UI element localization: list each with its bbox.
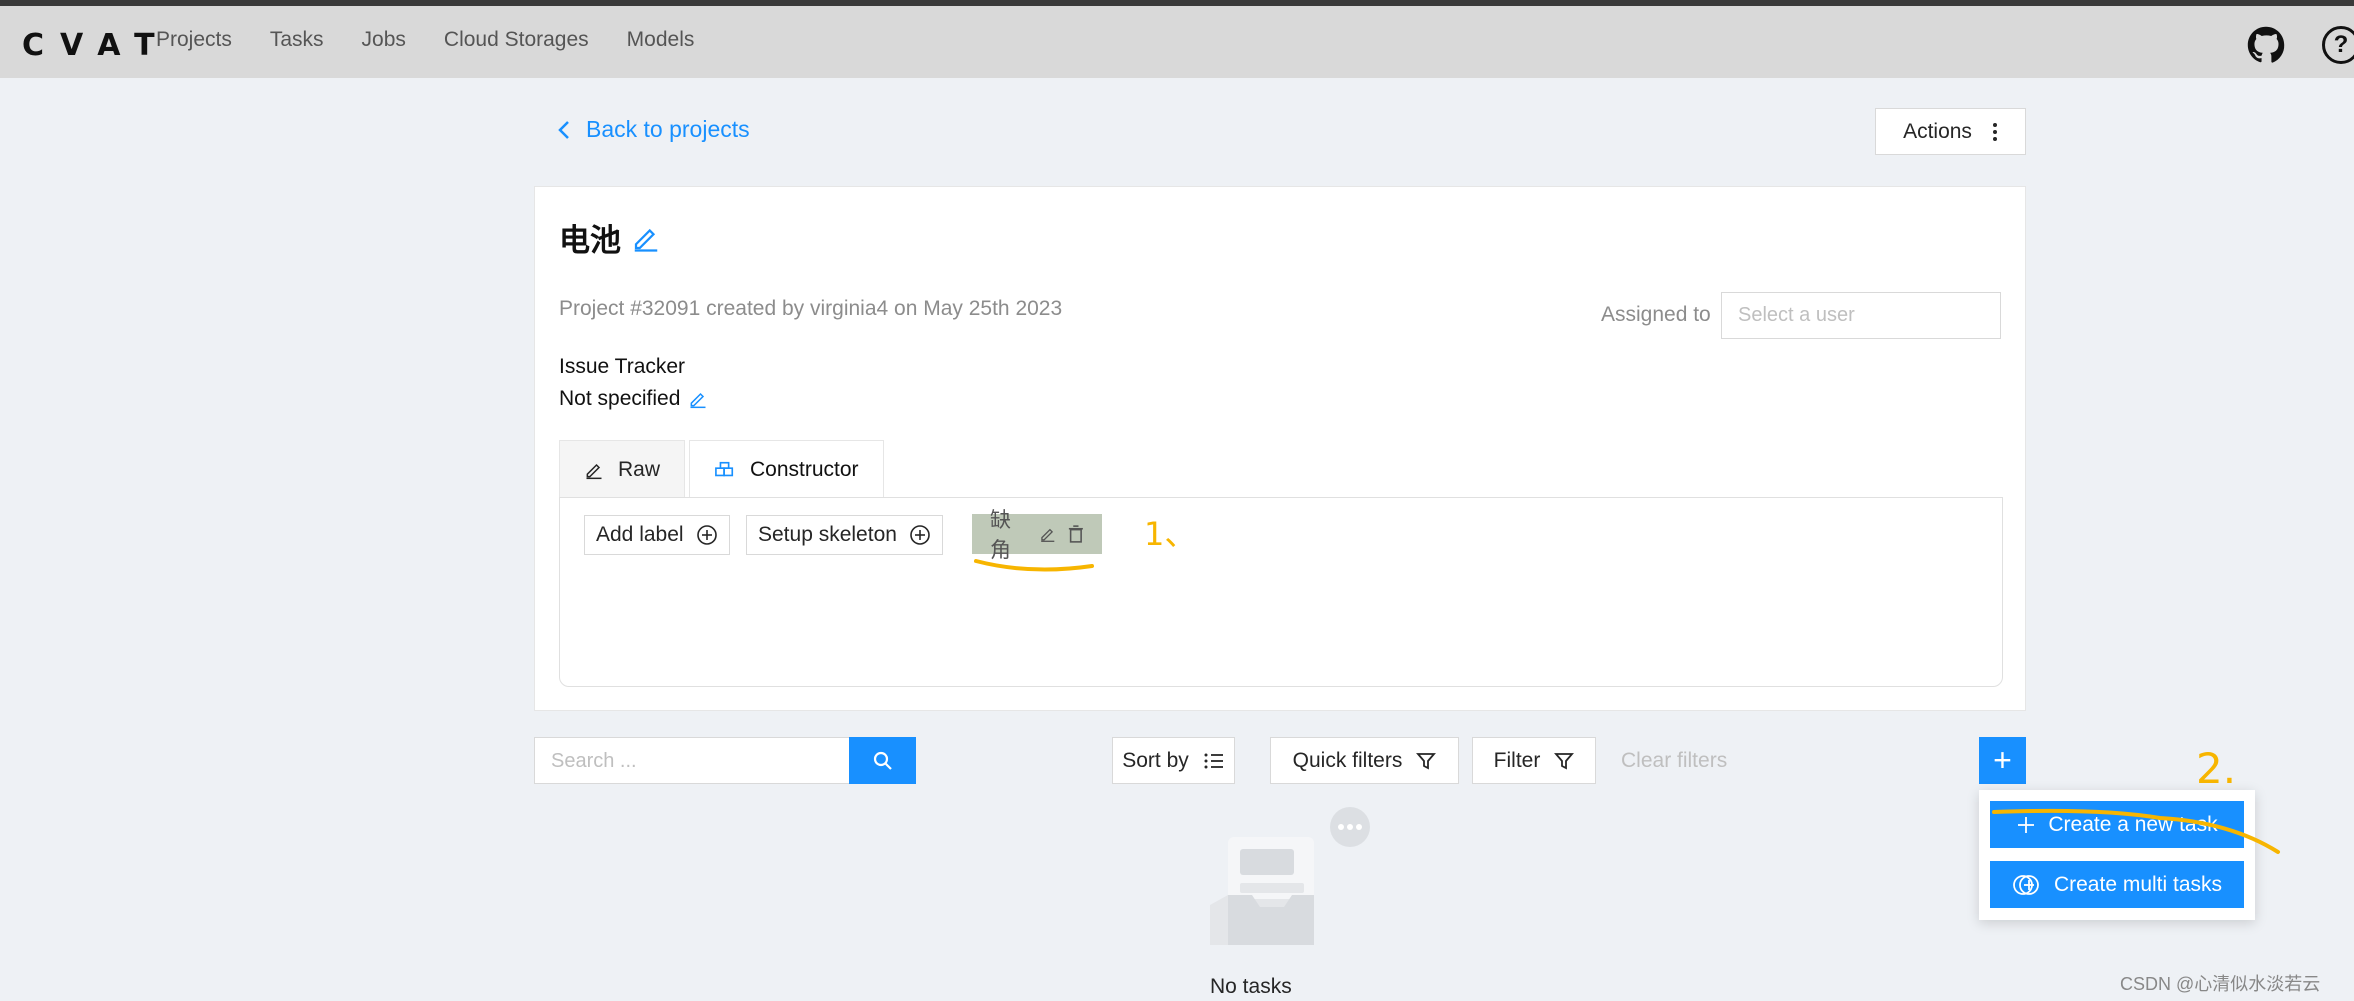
empty-state-text: No tasks found — [1210, 975, 1292, 1001]
actions-label: Actions — [1903, 119, 1972, 143]
nav-jobs[interactable]: Jobs — [362, 28, 406, 52]
create-menu: Create a new task Create multi tasks — [1979, 790, 2255, 920]
empty-inbox-icon — [1210, 807, 1370, 945]
tab-raw[interactable]: Raw — [559, 440, 686, 498]
filter-icon — [1416, 752, 1437, 769]
nav-projects[interactable]: Projects — [156, 28, 232, 52]
edit-label-icon[interactable] — [1039, 524, 1057, 544]
setup-skeleton-text: Setup skeleton — [758, 523, 897, 546]
assignee-select[interactable]: Select a user — [1721, 292, 2001, 339]
watermark: CSDN @心清似水淡若云 — [2120, 974, 2321, 994]
sort-by-label: Sort by — [1122, 748, 1189, 772]
ordered-list-icon — [1204, 753, 1223, 768]
search-button[interactable] — [849, 737, 916, 784]
filter-label: Filter — [1493, 748, 1541, 772]
nav-tasks[interactable]: Tasks — [270, 28, 324, 52]
nav-cloud-storages[interactable]: Cloud Storages — [444, 28, 589, 52]
multi-plus-icon — [2013, 874, 2039, 895]
label-editor-tabs: Raw Constructor — [559, 440, 888, 498]
add-label-text: Add label — [596, 523, 684, 546]
clear-filters-button[interactable]: Clear filters — [1621, 749, 1727, 773]
plus-circle-icon — [910, 525, 930, 545]
label-item[interactable]: 缺角 — [972, 509, 1102, 562]
cvat-logo[interactable]: CVAT — [22, 28, 171, 63]
search-icon — [873, 751, 892, 770]
quick-filters-label: Quick filters — [1292, 748, 1403, 772]
project-title-text[interactable]: 电池 — [559, 215, 621, 260]
github-icon[interactable] — [2247, 26, 2285, 64]
edit-title-icon[interactable] — [631, 223, 661, 253]
sort-by-button[interactable]: Sort by — [1112, 737, 1235, 784]
tab-constructor-label: Constructor — [750, 457, 859, 481]
tab-constructor[interactable]: Constructor — [689, 440, 884, 498]
more-vertical-icon — [1992, 122, 1997, 141]
project-meta: Project #32091 created by virginia4 on M… — [559, 297, 1063, 320]
annotation-2: 2. — [2196, 744, 2236, 793]
quick-filters-button[interactable]: Quick filters — [1270, 737, 1459, 784]
create-multi-tasks-label: Create multi tasks — [2053, 872, 2223, 896]
tab-raw-label: Raw — [618, 457, 661, 481]
nav-models[interactable]: Models — [627, 28, 695, 52]
filter-button[interactable]: Filter — [1472, 737, 1596, 784]
top-header: CVAT Projects Tasks Jobs Cloud Storages … — [0, 6, 2354, 78]
issue-tracker-text: Not specified — [559, 387, 681, 410]
create-new-task-label: Create a new task — [2048, 812, 2218, 836]
edit-icon — [586, 463, 602, 479]
plus-icon — [2018, 816, 2035, 833]
actions-button[interactable]: Actions — [1875, 108, 2026, 155]
setup-skeleton-button[interactable]: Setup skeleton — [746, 515, 943, 555]
build-icon — [715, 461, 734, 476]
add-label-button[interactable]: Add label — [584, 515, 730, 555]
back-to-projects-link[interactable]: Back to projects — [556, 116, 750, 143]
create-multi-tasks-button[interactable]: Create multi tasks — [1990, 861, 2244, 908]
project-title: 电池 — [559, 215, 661, 260]
label-name: 缺角 — [990, 509, 1011, 562]
delete-label-icon[interactable] — [1068, 524, 1084, 544]
filter-icon — [1554, 752, 1575, 769]
edit-issue-tracker-icon[interactable] — [688, 389, 708, 409]
main-nav: Projects Tasks Jobs Cloud Storages Model… — [156, 28, 694, 52]
help-icon[interactable]: ? — [2322, 26, 2354, 64]
constructor-panel: Add label Setup skeleton 缺角 — [559, 497, 2003, 687]
task-search-input[interactable]: Search ... — [534, 737, 850, 784]
back-label: Back to projects — [586, 116, 750, 142]
chevron-left-icon — [558, 120, 569, 139]
create-plus-button[interactable]: + — [1979, 737, 2026, 784]
issue-tracker-label: Issue Tracker — [559, 355, 686, 378]
create-new-task-button[interactable]: Create a new task — [1990, 801, 2244, 848]
plus-circle-icon — [696, 525, 717, 545]
issue-tracker-value: Not specified — [559, 387, 708, 411]
assigned-to-label: Assigned to — [1601, 303, 1711, 326]
project-card: 电池 Project #32091 created by virginia4 o… — [534, 186, 2026, 711]
